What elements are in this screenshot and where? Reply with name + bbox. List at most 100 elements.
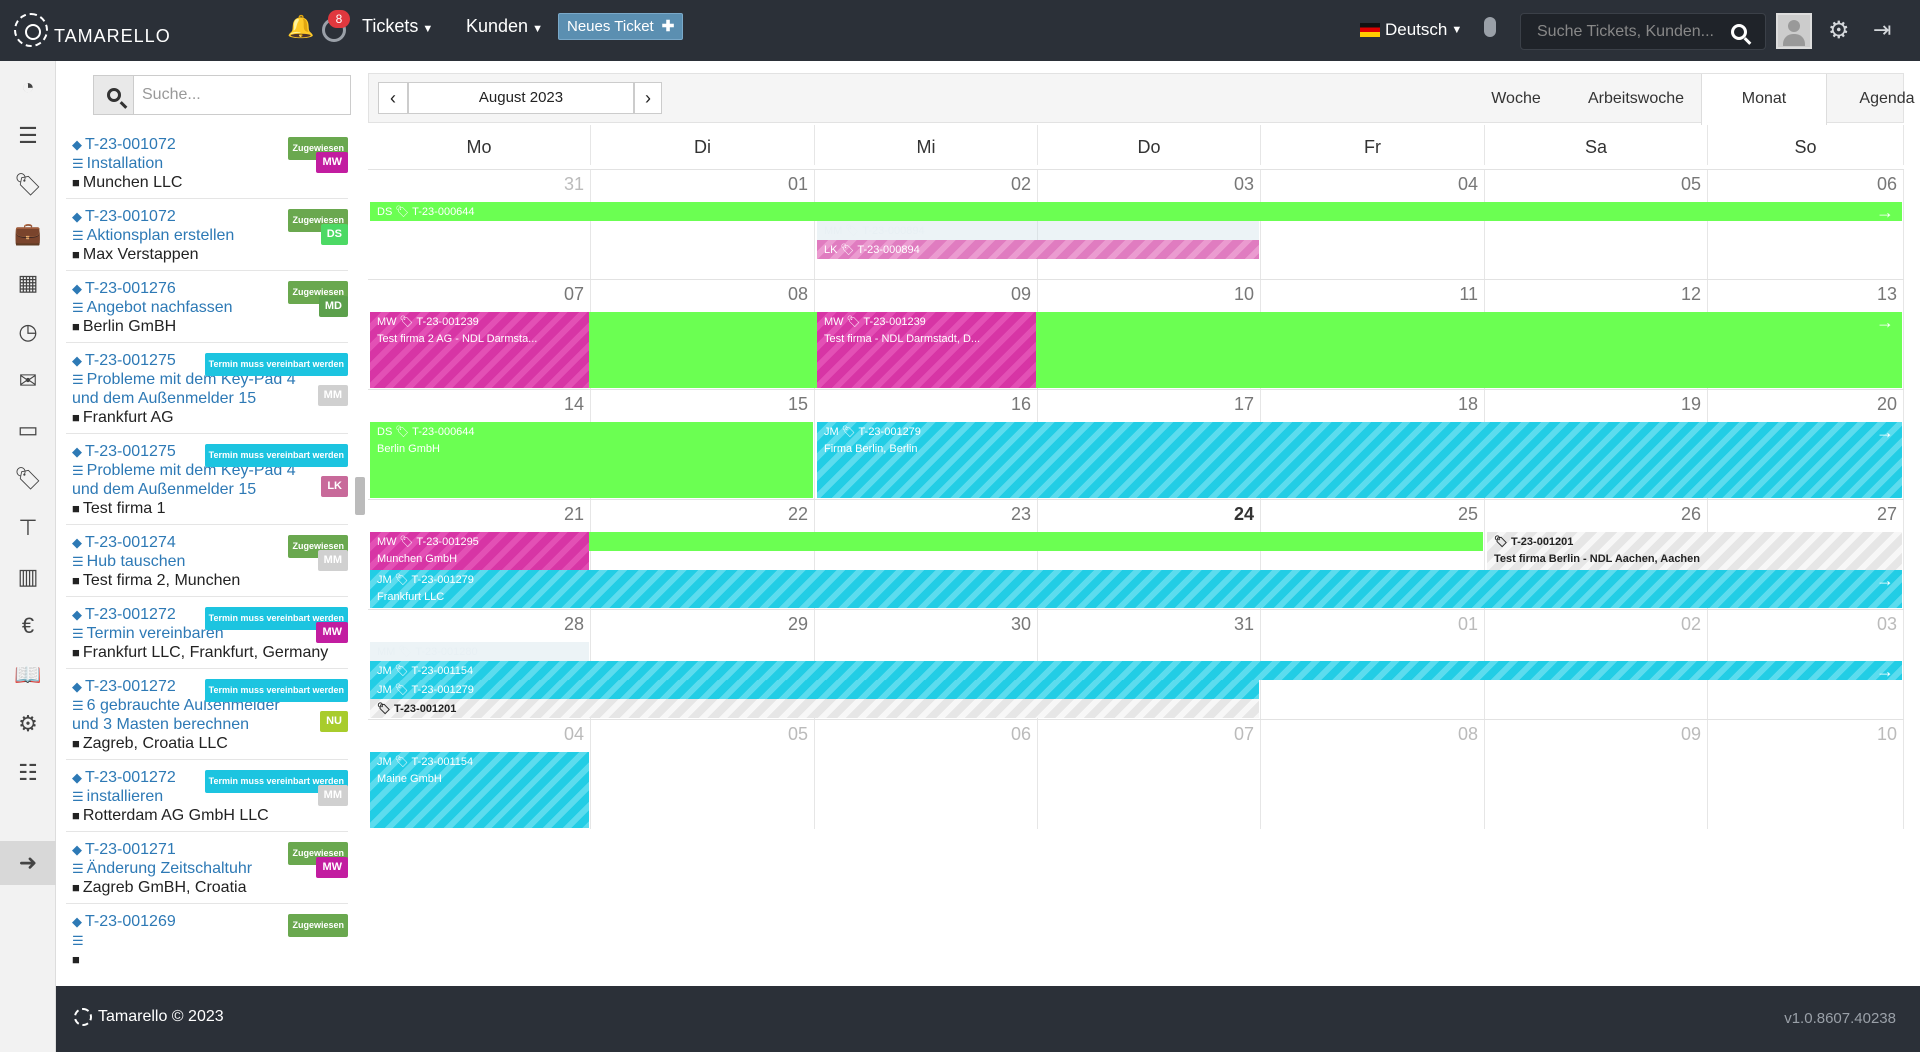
calendar-icon[interactable]: ▦: [14, 269, 42, 297]
new-ticket-button[interactable]: Neues Ticket ✚: [558, 13, 684, 40]
day-number[interactable]: 06: [1877, 174, 1897, 195]
calendar-event[interactable]: JM 🏷 T-23-001279 Firma Berlin, Berlin →: [817, 422, 1902, 498]
day-number[interactable]: 08: [1458, 724, 1478, 745]
ticket-list-item[interactable]: ◆ T-23-001072 ☰ Installation ■ Munchen LLC Zug…: [66, 127, 348, 199]
day-cell[interactable]: 06: [815, 720, 1038, 829]
tab-agenda[interactable]: Agenda: [1827, 74, 1920, 124]
cogs-icon[interactable]: ⚙: [1828, 16, 1850, 45]
day-number[interactable]: 30: [1011, 614, 1031, 635]
ticket-title[interactable]: Änderung Zeitschaltuhr: [87, 860, 252, 877]
day-number[interactable]: 12: [1681, 284, 1701, 305]
tab-arbeitswoche[interactable]: Arbeitswoche: [1571, 74, 1701, 124]
day-number[interactable]: 06: [1011, 724, 1031, 745]
monitor-icon[interactable]: ▭: [14, 416, 42, 444]
ticket-list-item[interactable]: ◆ T-23-001272 ☰ installieren ■ Rotterdam AG G…: [66, 760, 348, 832]
menu-kunden[interactable]: Kunden ▼: [466, 16, 543, 37]
day-number[interactable]: 05: [788, 724, 808, 745]
book-icon[interactable]: 📖: [14, 661, 42, 689]
ticket-title[interactable]: Hub tauschen: [87, 553, 186, 570]
ticket-number[interactable]: T-23-001271: [85, 841, 176, 858]
day-number[interactable]: 31: [564, 174, 584, 195]
ticket-title[interactable]: Probleme mit dem Key-Pad 4 und dem Außen…: [72, 462, 296, 498]
calendar-event[interactable]: MW 🏷 T-23-001239 Test firma 2 AG - NDL Da…: [370, 312, 589, 388]
ticket-title[interactable]: Probleme mit dem Key-Pad 4 und dem Außen…: [72, 371, 296, 407]
arrow-circle-right-icon[interactable]: ➜: [0, 841, 56, 885]
tab-woche[interactable]: Woche: [1461, 74, 1571, 124]
day-number[interactable]: 24: [1234, 504, 1254, 525]
ticket-number[interactable]: T-23-001272: [85, 678, 176, 695]
tab-monat[interactable]: Monat: [1701, 74, 1827, 125]
ticket-list-item[interactable]: ◆ T-23-001272 ☰ 6 gebrauchte Außenmelder un…: [66, 669, 348, 760]
calendar-event[interactable]: DS 🏷 T-23-000644 Berlin GmbH: [370, 422, 813, 498]
calendar-event[interactable]: MM 🏷 T-23-000894: [817, 221, 1259, 240]
calendar-event[interactable]: →: [370, 312, 1902, 388]
clock-icon[interactable]: ◷: [14, 318, 42, 346]
ticket-title[interactable]: Installation: [87, 155, 164, 172]
day-cell[interactable]: 06: [1708, 170, 1904, 279]
day-cell[interactable]: 07: [1038, 720, 1261, 829]
day-number[interactable]: 01: [1458, 614, 1478, 635]
calendar-event[interactable]: JM 🏷 T-23-001154 Maine GmbH: [370, 752, 589, 828]
day-number[interactable]: 02: [1681, 614, 1701, 635]
app-logo[interactable]: TAMARELLO: [14, 10, 171, 50]
day-number[interactable]: 28: [564, 614, 584, 635]
day-cell[interactable]: 09: [1485, 720, 1708, 829]
day-number[interactable]: 22: [788, 504, 808, 525]
euro-icon[interactable]: €: [14, 612, 42, 640]
calendar-event[interactable]: MW 🏷 T-23-001295 Munchen GmbH: [370, 532, 589, 570]
calendar-event[interactable]: 🏷 T-23-001201 Test firma Berlin - NDL Aac…: [1487, 532, 1902, 570]
ticket-list-item[interactable]: ◆ T-23-001276 ☰ Angebot nachfassen ■ Berlin G…: [66, 271, 348, 343]
ticket-number[interactable]: T-23-001276: [85, 280, 176, 297]
avatar[interactable]: [1776, 13, 1812, 49]
day-cell[interactable]: 10: [1708, 720, 1904, 829]
ticket-list-item[interactable]: ◆ T-23-001271 ☰ Änderung Zeitschaltuhr ■ Zagr…: [66, 832, 348, 904]
global-search-input[interactable]: [1521, 22, 1731, 41]
day-number[interactable]: 23: [1011, 504, 1031, 525]
ticket-number[interactable]: T-23-001275: [85, 352, 176, 369]
month-label[interactable]: August 2023: [408, 82, 634, 114]
ticket-title[interactable]: Angebot nachfassen: [87, 299, 233, 316]
day-number[interactable]: 20: [1877, 394, 1897, 415]
ticket-list-item[interactable]: ◆ T-23-001275 ☰ Probleme mit dem Key-Pad 4 …: [66, 343, 348, 434]
ticket-number[interactable]: T-23-001275: [85, 443, 176, 460]
calendar-event[interactable]: JM 🏷 T-23-001154 →: [370, 661, 1902, 680]
calendar-event[interactable]: MW 🏷 T-23-001239 Test firma - NDL Darmsta…: [817, 312, 1036, 388]
ticket-title[interactable]: installieren: [87, 788, 163, 805]
tags-icon[interactable]: 🏷: [14, 465, 42, 493]
day-number[interactable]: 03: [1877, 614, 1897, 635]
day-number[interactable]: 08: [788, 284, 808, 305]
day-number[interactable]: 13: [1877, 284, 1897, 305]
ticket-list-item[interactable]: ◆ T-23-001269 ☰ ■ Zugewiesen: [66, 904, 348, 970]
ticket-title[interactable]: Aktionsplan erstellen: [87, 227, 235, 244]
day-number[interactable]: 19: [1681, 394, 1701, 415]
day-number[interactable]: 15: [788, 394, 808, 415]
next-month-button[interactable]: ›: [634, 82, 662, 114]
day-number[interactable]: 02: [1011, 174, 1031, 195]
day-cell[interactable]: 05: [591, 720, 815, 829]
search-icon[interactable]: [1731, 23, 1747, 40]
server-icon[interactable]: ☰: [14, 122, 42, 150]
ticket-list-item[interactable]: ◆ T-23-001275 ☰ Probleme mit dem Key-Pad 4 …: [66, 434, 348, 525]
day-number[interactable]: 29: [788, 614, 808, 635]
day-number[interactable]: 16: [1011, 394, 1031, 415]
briefcase-icon[interactable]: 💼: [14, 220, 42, 248]
ticket-list-scrollbar[interactable]: [355, 477, 365, 515]
day-number[interactable]: 31: [1234, 614, 1254, 635]
day-cell[interactable]: 31: [368, 170, 591, 279]
day-number[interactable]: 10: [1234, 284, 1254, 305]
calendar-event[interactable]: DS 🏷 T-23-000644 →: [370, 202, 1902, 221]
ticket-search-button[interactable]: [94, 76, 134, 114]
calendar-event[interactable]: JM 🏷 T-23-001279: [370, 680, 1259, 699]
day-cell[interactable]: 05: [1485, 170, 1708, 279]
ticket-search-input[interactable]: [134, 76, 334, 114]
calendar-event[interactable]: LK 🏷 T-23-000894: [817, 240, 1259, 259]
day-number[interactable]: 21: [564, 504, 584, 525]
day-cell[interactable]: 08: [1261, 720, 1485, 829]
ticket-number[interactable]: T-23-001272: [85, 606, 176, 623]
gear-icon[interactable]: ⚙: [14, 710, 42, 738]
calendar-event[interactable]: MM 🏷 T-23-001280: [370, 642, 589, 661]
day-number[interactable]: 18: [1458, 394, 1478, 415]
ticket-list-item[interactable]: ◆ T-23-001272 ☰ Termin vereinbaren ■ Frankfur…: [66, 597, 348, 669]
logout-icon[interactable]: ⇥: [1873, 17, 1891, 43]
day-number[interactable]: 01: [788, 174, 808, 195]
